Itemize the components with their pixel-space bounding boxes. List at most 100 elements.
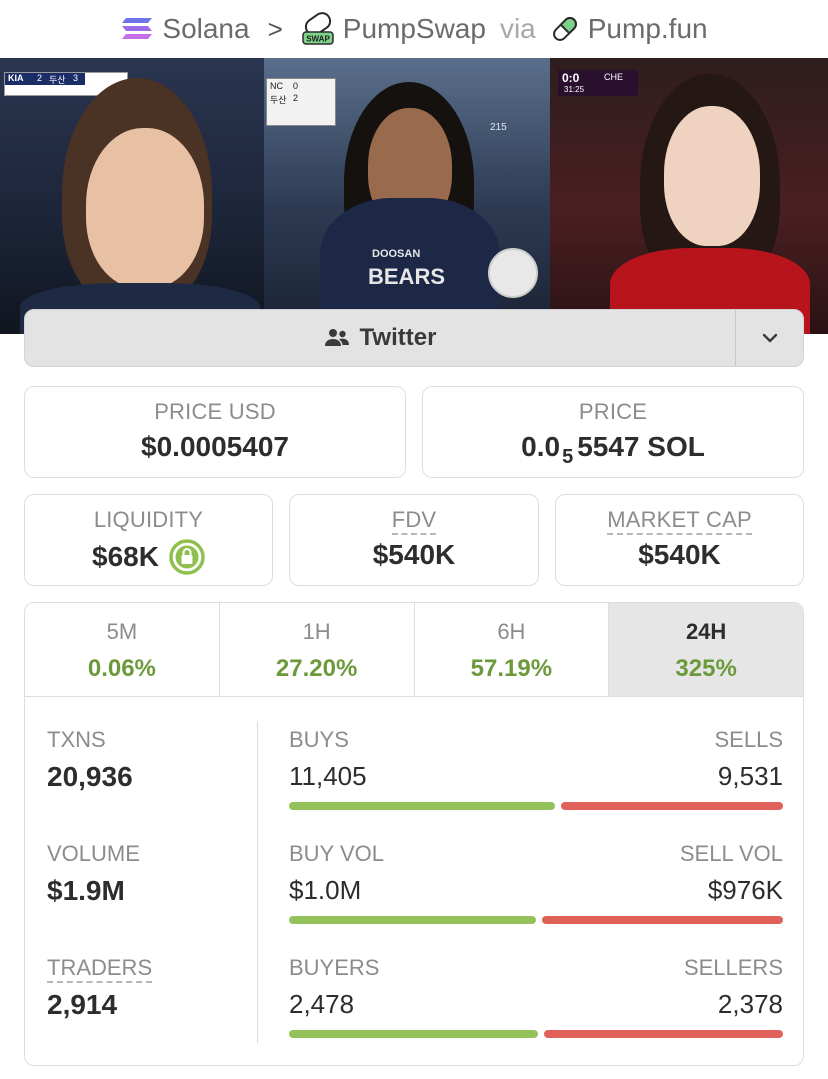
score-b: 3 xyxy=(73,73,79,83)
chevron-down-icon xyxy=(762,333,777,343)
stats-divider xyxy=(257,721,258,1043)
volume-stat: VOLUME $1.9M xyxy=(47,841,140,907)
via-text: via xyxy=(499,13,536,44)
hand-fan-image xyxy=(488,248,538,298)
liquidity-value-row: $68K xyxy=(25,539,272,575)
price-native-card: PRICE 0.0 5 5547 SOL xyxy=(422,386,804,478)
buys-label: BUYS xyxy=(289,727,349,752)
score3-clock: 31:25 xyxy=(564,85,585,94)
market-cap-value: $540K xyxy=(638,539,721,570)
lock-icon[interactable] xyxy=(169,539,205,575)
txns-label: TXNS xyxy=(47,727,106,752)
fdv-label[interactable]: FDV xyxy=(391,507,437,535)
launchpad-link[interactable]: Pump.fun xyxy=(550,13,708,45)
chain-link[interactable]: Solana xyxy=(120,13,250,45)
tab-change: 57.19% xyxy=(470,655,553,682)
score3: 0:0 xyxy=(562,71,580,85)
jersey-text-1: DOOSAN xyxy=(372,248,421,260)
buys-sells-row: BUYS SELLS 11,405 9,531 xyxy=(289,727,783,810)
txns-stat: TXNS 20,936 xyxy=(47,727,133,793)
score2-b: 2 xyxy=(293,93,299,103)
sellers-bar xyxy=(544,1030,783,1038)
sell-vol-bar xyxy=(542,916,783,924)
tab-label: 24H xyxy=(685,619,727,644)
tab-change: 0.06% xyxy=(87,655,156,682)
volume-label: VOLUME xyxy=(47,841,140,866)
pumpswap-icon: SWAP xyxy=(302,12,334,45)
score2-a: 0 xyxy=(293,81,299,91)
social-link-selector: Twitter xyxy=(24,309,804,367)
buys-bar xyxy=(289,802,555,810)
banner-panel-right: 0:0 CHE 31:25 xyxy=(550,58,828,334)
price-usd-value: $0.0005407 xyxy=(141,431,289,462)
price-usd-card: PRICE USD $0.0005407 xyxy=(24,386,406,478)
chain-name: Solana xyxy=(162,13,250,44)
social-dropdown-toggle[interactable] xyxy=(735,310,803,366)
buys-value: 11,405 xyxy=(289,761,367,791)
buyers-value: 2,478 xyxy=(289,989,355,1019)
launchpad-name: Pump.fun xyxy=(587,13,708,44)
market-cap-card: MARKET CAP $540K xyxy=(555,494,804,586)
buys-sells-ratio-bar xyxy=(289,802,783,810)
buyers-label: BUYERS xyxy=(289,955,380,980)
score2-team-b: 두산 xyxy=(270,95,287,105)
traders-label[interactable]: TRADERS xyxy=(47,955,153,983)
swap-badge-text: SWAP xyxy=(306,35,330,44)
tab-change: 325% xyxy=(675,655,737,682)
banner-panel-left: KIA 2 두산 3 xyxy=(0,58,264,334)
price-native-label: PRICE xyxy=(578,399,648,424)
twitter-link-button[interactable]: Twitter xyxy=(25,310,735,366)
score-a: 2 xyxy=(37,73,43,83)
tab-label: 6H xyxy=(497,619,526,644)
dex-name: PumpSwap xyxy=(342,13,486,44)
price-native-digits: 5547 SOL xyxy=(577,431,705,462)
buy-sell-volume-row: BUY VOL SELL VOL $1.0M $976K xyxy=(289,841,783,924)
sellers-value: 2,378 xyxy=(717,989,783,1019)
sells-label: SELLS xyxy=(714,727,784,752)
scoreboard-overlay-2: NC 0 두산 2 xyxy=(266,78,336,126)
seat-number: 215 xyxy=(490,122,507,133)
price-native-zero-count: 5 xyxy=(562,445,574,468)
volume-value: $1.9M xyxy=(47,875,125,906)
token-banner-image: KIA 2 두산 3 NC 0 두산 2 215 DOOSAN BEARS 0:… xyxy=(0,58,828,334)
tab-label: 1H xyxy=(302,619,331,644)
buyers-ratio-bar xyxy=(289,1030,783,1038)
sells-bar xyxy=(561,802,783,810)
trading-stats-panel: 5M 0.06% 1H 27.20% 6H 57.19% 24H 325% TX… xyxy=(24,602,804,1066)
price-native-value: 0.0 5 5547 SOL xyxy=(423,431,803,468)
tab-5m[interactable]: 5M 0.06% xyxy=(25,603,220,696)
tab-label: 5M xyxy=(106,619,138,644)
tab-24h[interactable]: 24H 325% xyxy=(609,603,803,696)
pill-icon xyxy=(552,17,577,41)
buyers-bar xyxy=(289,1030,538,1038)
scoreboard-overlay-3: 0:0 CHE 31:25 xyxy=(558,70,638,96)
sell-vol-label: SELL VOL xyxy=(679,841,783,866)
sells-value: 9,531 xyxy=(717,761,783,791)
twitter-label: Twitter xyxy=(359,324,437,351)
tab-1h[interactable]: 1H 27.20% xyxy=(220,603,415,696)
buy-vol-bar xyxy=(289,916,536,924)
traders-value: 2,914 xyxy=(47,989,118,1020)
buy-vol-label: BUY VOL xyxy=(289,841,384,866)
sell-vol-value: $976K xyxy=(707,875,783,905)
jersey-text-2: BEARS xyxy=(368,264,446,289)
price-usd-label: PRICE USD xyxy=(154,399,276,424)
liquidity-label: LIQUIDITY xyxy=(93,507,204,532)
liquidity-value: $68K xyxy=(92,541,159,572)
market-cap-label[interactable]: MARKET CAP xyxy=(607,507,752,535)
breadcrumb-separator: > xyxy=(267,13,283,44)
liquidity-card: LIQUIDITY $68K xyxy=(24,494,273,586)
score-team-b: 두산 xyxy=(49,75,66,85)
tab-change: 27.20% xyxy=(275,655,358,682)
dex-link[interactable]: SWAP PumpSwap xyxy=(301,12,486,46)
users-icon xyxy=(324,329,349,346)
score2-team-a: NC xyxy=(270,81,283,91)
tab-6h[interactable]: 6H 57.19% xyxy=(415,603,610,696)
solana-icon xyxy=(122,18,153,39)
volume-ratio-bar xyxy=(289,916,783,924)
buy-vol-value: $1.0M xyxy=(289,875,362,905)
traders-stat: TRADERS 2,914 xyxy=(47,955,153,1021)
sellers-label: SELLERS xyxy=(683,955,783,980)
banner-panel-middle: NC 0 두산 2 215 DOOSAN BEARS xyxy=(264,58,550,334)
breadcrumb: Solana > SWAP PumpSwap via Pump.fun xyxy=(0,0,828,58)
